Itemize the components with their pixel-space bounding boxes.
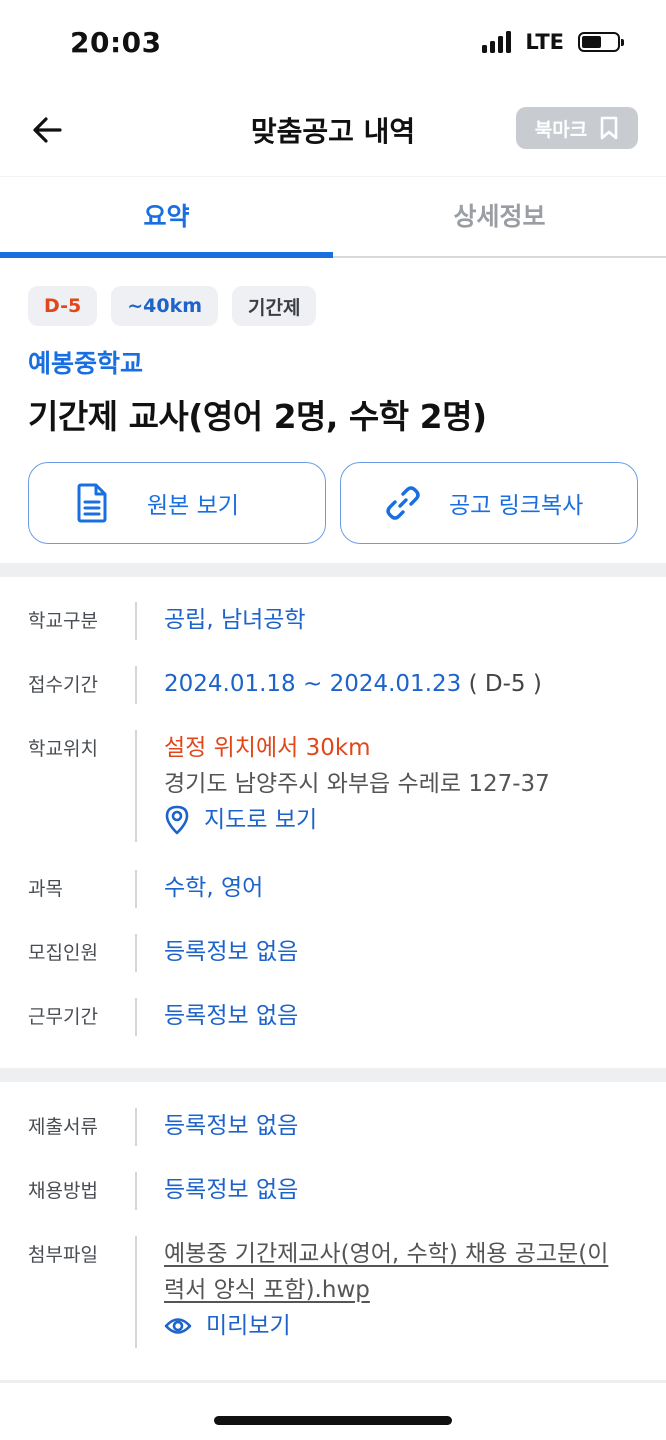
recruit-value: 등록정보 없음 (164, 939, 299, 965)
info-section-documents: 제출서류 등록정보 없음 채용방법 등록정보 없음 첨부파일 예봉중 기간제교사… (0, 1108, 666, 1356)
period-value: 2024.01.18 ~ 2024.01.23 ( D-5 ) (136, 666, 542, 730)
school-name: 예봉중학교 (28, 349, 144, 378)
info-label: 학교위치 (28, 738, 98, 760)
summary-section: D-5 ~40km 기간제 예봉중학교 기간제 교사(영어 2명, 수학 2명)… (28, 286, 638, 544)
view-map-label: 지도로 보기 (204, 807, 318, 833)
signal-icon (482, 31, 512, 53)
location-value: 설정 위치에서 30km 경기도 남양주시 와부읍 수레로 127-37 지도로… (136, 730, 550, 870)
preview-link[interactable]: 미리보기 (164, 1308, 608, 1344)
info-row-school-type: 학교구분 공립, 남녀공학 (0, 602, 666, 666)
info-label: 근무기간 (28, 1006, 98, 1028)
dday-chip: D-5 (28, 286, 98, 326)
info-label: 첨부파일 (28, 1244, 98, 1266)
info-label: 채용방법 (28, 1180, 98, 1202)
bookmark-label: 북마크 (534, 118, 588, 141)
period-dates: 2024.01.18 ~ 2024.01.23 (164, 671, 462, 697)
info-label: 접수기간 (28, 674, 98, 696)
location-pin-icon (165, 805, 189, 835)
bookmark-icon (600, 116, 618, 140)
chip-row: D-5 ~40km 기간제 (28, 286, 638, 326)
status-bar: 20:03 LTE (0, 0, 666, 88)
distance-text: 설정 위치에서 30km (164, 735, 371, 761)
copy-link-button[interactable]: 공고 링크복사 (340, 462, 638, 544)
bookmark-button[interactable]: 북마크 (516, 107, 638, 149)
info-row-location: 학교위치 설정 위치에서 30km 경기도 남양주시 와부읍 수레로 127-3… (0, 730, 666, 870)
view-map-link[interactable]: 지도로 보기 (164, 802, 550, 838)
network-label: LTE (525, 30, 564, 54)
section-divider (0, 1068, 666, 1082)
home-indicator (214, 1416, 452, 1425)
preview-label: 미리보기 (206, 1313, 291, 1339)
employment-type-chip: 기간제 (232, 286, 317, 326)
address-text: 경기도 남양주시 와부읍 수레로 127-37 (164, 771, 550, 797)
work-period-value: 등록정보 없음 (164, 1003, 299, 1029)
app-header: 맞춤공고 내역 북마크 (0, 88, 666, 176)
action-buttons: 원본 보기 공고 링크복사 (28, 462, 638, 544)
info-row-method: 채용방법 등록정보 없음 (0, 1172, 666, 1236)
subject-value: 수학, 영어 (164, 875, 264, 901)
link-icon (386, 486, 420, 520)
status-indicators: LTE (482, 30, 624, 54)
school-type-value: 공립, 남녀공학 (164, 607, 306, 633)
view-original-label: 원본 보기 (147, 493, 239, 519)
battery-icon (578, 32, 624, 52)
attachment-value: 예봉중 기간제교사(영어, 수학) 채용 공고문(이 력서 양식 포함).hwp… (136, 1236, 608, 1356)
info-row-recruit: 모집인원 등록정보 없음 (0, 934, 666, 998)
info-row-documents: 제출서류 등록정보 없음 (0, 1108, 666, 1172)
document-icon (77, 483, 107, 523)
bottom-divider (0, 1380, 666, 1383)
info-label: 모집인원 (28, 942, 98, 964)
distance-chip: ~40km (111, 286, 219, 326)
file-name-line2: 력서 양식 포함).hwp (164, 1277, 370, 1303)
tab-summary[interactable]: 요약 (0, 177, 333, 258)
status-time: 20:03 (70, 26, 162, 59)
method-value: 등록정보 없음 (164, 1177, 299, 1203)
info-row-attachment: 첨부파일 예봉중 기간제교사(영어, 수학) 채용 공고문(이 력서 양식 포함… (0, 1236, 666, 1356)
attachment-file-link[interactable]: 예봉중 기간제교사(영어, 수학) 채용 공고문(이 력서 양식 포함).hwp (164, 1236, 608, 1308)
tab-bar: 요약 상세정보 (0, 176, 666, 258)
info-label: 제출서류 (28, 1116, 98, 1138)
info-label: 과목 (28, 878, 63, 900)
info-section-basic: 학교구분 공립, 남녀공학 접수기간 2024.01.18 ~ 2024.01.… (0, 602, 666, 1062)
job-title: 기간제 교사(영어 2명, 수학 2명) (28, 397, 487, 436)
eye-icon (164, 1318, 192, 1334)
view-original-button[interactable]: 원본 보기 (28, 462, 327, 544)
copy-link-label: 공고 링크복사 (449, 493, 584, 519)
info-row-work-period: 근무기간 등록정보 없음 (0, 998, 666, 1062)
info-label: 학교구분 (28, 610, 98, 632)
documents-value: 등록정보 없음 (164, 1113, 299, 1139)
info-row-subject: 과목 수학, 영어 (0, 870, 666, 934)
tab-details[interactable]: 상세정보 (333, 177, 666, 256)
section-divider (0, 563, 666, 577)
info-row-period: 접수기간 2024.01.18 ~ 2024.01.23 ( D-5 ) (0, 666, 666, 730)
period-dday: ( D-5 ) (461, 671, 542, 697)
file-name-line1: 예봉중 기간제교사(영어, 수학) 채용 공고문(이 (164, 1241, 609, 1267)
